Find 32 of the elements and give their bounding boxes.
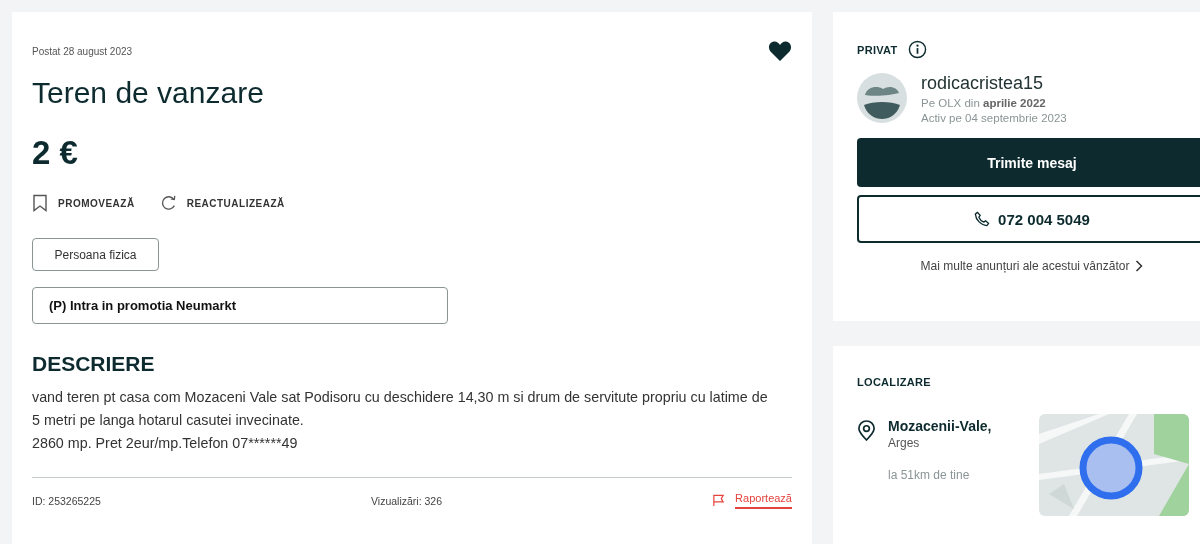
action-link[interactable]: REACTUALIZEAZĂ (186, 197, 285, 209)
location-pin-icon (857, 420, 876, 441)
seller-type: PRIVAT (857, 43, 898, 56)
view-count: Vizualizări: 326 (371, 494, 442, 507)
posted-date: Postat 28 august 2023 (32, 46, 133, 57)
city-name: Mozacenii-Vale, (888, 418, 993, 434)
info-icon[interactable] (907, 40, 927, 59)
location-heading: LOCALIZARE (857, 376, 931, 388)
seller-name: rodicacristea15 (921, 73, 1045, 94)
flag-icon[interactable] (712, 494, 726, 507)
price: 2 € (32, 134, 79, 172)
avatar-icon (857, 73, 907, 123)
action-link[interactable]: PROMOVEAZĂ (58, 197, 135, 209)
description-heading: DESCRIERE (32, 352, 156, 376)
last-active: Activ pe 04 septembrie 2023 (921, 112, 1067, 124)
refresh-icon[interactable] (160, 195, 177, 211)
report-link[interactable]: Raportează (735, 492, 792, 509)
county-name: Arges (888, 436, 921, 450)
ad-title: Teren de vanzare (32, 76, 265, 110)
bookmark-icon[interactable] (32, 194, 48, 212)
heart-icon[interactable] (768, 40, 792, 62)
distance-text: la 51km de tine (888, 468, 971, 482)
phone-button[interactable]: 072 004 5049 (857, 195, 1200, 243)
message-button[interactable]: Trimite mesaj (857, 138, 1200, 187)
chevron-right-icon[interactable] (1135, 260, 1144, 272)
ad-id: ID: 253265225 (32, 494, 101, 507)
description-text: vand teren pt casa com Mozaceni Vale sat Podisoru cu deschidere 14,30 m si drum de servitute propriu cu latime de 5 metri pe langa hotarul casutei invecinate. 2860 mp. Pret 2eur/mp.Telefon 07******49 (32, 388, 769, 453)
member-since: Pe OLX din aprilie 2022 (921, 97, 1047, 109)
phone-icon (974, 211, 991, 227)
seller-type-tag[interactable]: Persoana fizica (32, 238, 159, 271)
more-ads-link[interactable]: Mai multe anunțuri ale acestui vânzător (920, 259, 1130, 273)
promo-text: (P) Intra in promotia Neumarkt (49, 298, 237, 313)
